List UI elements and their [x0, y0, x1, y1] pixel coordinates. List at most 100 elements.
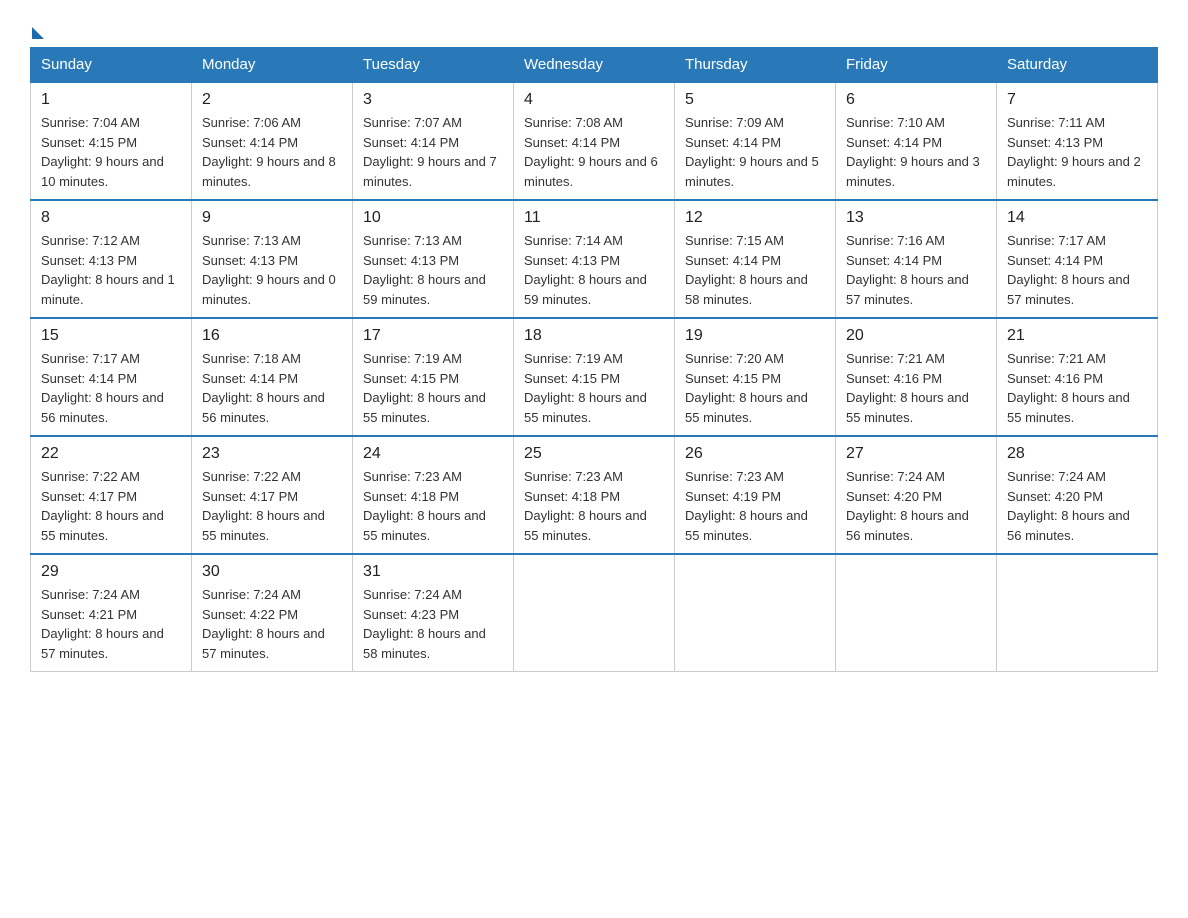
calendar-cell: 27 Sunrise: 7:24 AMSunset: 4:20 PMDaylig… — [836, 436, 997, 554]
day-info: Sunrise: 7:21 AMSunset: 4:16 PMDaylight:… — [846, 351, 969, 425]
day-number: 3 — [363, 91, 503, 109]
calendar-cell: 20 Sunrise: 7:21 AMSunset: 4:16 PMDaylig… — [836, 318, 997, 436]
day-info: Sunrise: 7:04 AMSunset: 4:15 PMDaylight:… — [41, 115, 164, 189]
weekday-header-sunday: Sunday — [31, 48, 192, 83]
calendar-cell: 4 Sunrise: 7:08 AMSunset: 4:14 PMDayligh… — [514, 82, 675, 200]
calendar-cell: 29 Sunrise: 7:24 AMSunset: 4:21 PMDaylig… — [31, 554, 192, 672]
calendar-cell: 14 Sunrise: 7:17 AMSunset: 4:14 PMDaylig… — [997, 200, 1158, 318]
day-number: 31 — [363, 563, 503, 581]
calendar-cell: 16 Sunrise: 7:18 AMSunset: 4:14 PMDaylig… — [192, 318, 353, 436]
day-info: Sunrise: 7:19 AMSunset: 4:15 PMDaylight:… — [524, 351, 647, 425]
day-number: 18 — [524, 327, 664, 345]
calendar-cell — [675, 554, 836, 672]
calendar-cell — [514, 554, 675, 672]
day-number: 8 — [41, 209, 181, 227]
weekday-header-wednesday: Wednesday — [514, 48, 675, 83]
day-number: 28 — [1007, 445, 1147, 463]
day-info: Sunrise: 7:20 AMSunset: 4:15 PMDaylight:… — [685, 351, 808, 425]
calendar-cell: 15 Sunrise: 7:17 AMSunset: 4:14 PMDaylig… — [31, 318, 192, 436]
day-info: Sunrise: 7:10 AMSunset: 4:14 PMDaylight:… — [846, 115, 980, 189]
day-info: Sunrise: 7:14 AMSunset: 4:13 PMDaylight:… — [524, 233, 647, 307]
day-number: 4 — [524, 91, 664, 109]
day-info: Sunrise: 7:06 AMSunset: 4:14 PMDaylight:… — [202, 115, 336, 189]
calendar-cell: 13 Sunrise: 7:16 AMSunset: 4:14 PMDaylig… — [836, 200, 997, 318]
day-info: Sunrise: 7:23 AMSunset: 4:18 PMDaylight:… — [524, 469, 647, 543]
day-number: 15 — [41, 327, 181, 345]
weekday-header-saturday: Saturday — [997, 48, 1158, 83]
day-info: Sunrise: 7:23 AMSunset: 4:19 PMDaylight:… — [685, 469, 808, 543]
day-number: 14 — [1007, 209, 1147, 227]
day-info: Sunrise: 7:23 AMSunset: 4:18 PMDaylight:… — [363, 469, 486, 543]
day-info: Sunrise: 7:17 AMSunset: 4:14 PMDaylight:… — [41, 351, 164, 425]
day-info: Sunrise: 7:08 AMSunset: 4:14 PMDaylight:… — [524, 115, 658, 189]
calendar-week-row: 22 Sunrise: 7:22 AMSunset: 4:17 PMDaylig… — [31, 436, 1158, 554]
day-number: 25 — [524, 445, 664, 463]
day-info: Sunrise: 7:19 AMSunset: 4:15 PMDaylight:… — [363, 351, 486, 425]
calendar-cell: 18 Sunrise: 7:19 AMSunset: 4:15 PMDaylig… — [514, 318, 675, 436]
calendar-cell — [836, 554, 997, 672]
day-info: Sunrise: 7:12 AMSunset: 4:13 PMDaylight:… — [41, 233, 175, 307]
calendar-cell: 30 Sunrise: 7:24 AMSunset: 4:22 PMDaylig… — [192, 554, 353, 672]
calendar-cell: 1 Sunrise: 7:04 AMSunset: 4:15 PMDayligh… — [31, 82, 192, 200]
day-number: 16 — [202, 327, 342, 345]
calendar-week-row: 8 Sunrise: 7:12 AMSunset: 4:13 PMDayligh… — [31, 200, 1158, 318]
page-header — [30, 20, 1158, 37]
day-number: 19 — [685, 327, 825, 345]
calendar-cell: 3 Sunrise: 7:07 AMSunset: 4:14 PMDayligh… — [353, 82, 514, 200]
day-info: Sunrise: 7:17 AMSunset: 4:14 PMDaylight:… — [1007, 233, 1130, 307]
day-number: 27 — [846, 445, 986, 463]
weekday-header-row: SundayMondayTuesdayWednesdayThursdayFrid… — [31, 48, 1158, 83]
day-info: Sunrise: 7:11 AMSunset: 4:13 PMDaylight:… — [1007, 115, 1141, 189]
calendar-week-row: 29 Sunrise: 7:24 AMSunset: 4:21 PMDaylig… — [31, 554, 1158, 672]
day-info: Sunrise: 7:07 AMSunset: 4:14 PMDaylight:… — [363, 115, 497, 189]
day-number: 21 — [1007, 327, 1147, 345]
calendar-cell: 9 Sunrise: 7:13 AMSunset: 4:13 PMDayligh… — [192, 200, 353, 318]
calendar-cell: 11 Sunrise: 7:14 AMSunset: 4:13 PMDaylig… — [514, 200, 675, 318]
logo-triangle-icon — [32, 27, 44, 39]
day-number: 12 — [685, 209, 825, 227]
day-info: Sunrise: 7:13 AMSunset: 4:13 PMDaylight:… — [363, 233, 486, 307]
day-number: 29 — [41, 563, 181, 581]
day-number: 23 — [202, 445, 342, 463]
calendar-cell: 17 Sunrise: 7:19 AMSunset: 4:15 PMDaylig… — [353, 318, 514, 436]
day-info: Sunrise: 7:15 AMSunset: 4:14 PMDaylight:… — [685, 233, 808, 307]
day-number: 2 — [202, 91, 342, 109]
day-info: Sunrise: 7:24 AMSunset: 4:20 PMDaylight:… — [1007, 469, 1130, 543]
calendar-cell: 19 Sunrise: 7:20 AMSunset: 4:15 PMDaylig… — [675, 318, 836, 436]
calendar-table: SundayMondayTuesdayWednesdayThursdayFrid… — [30, 47, 1158, 672]
calendar-week-row: 1 Sunrise: 7:04 AMSunset: 4:15 PMDayligh… — [31, 82, 1158, 200]
day-number: 11 — [524, 209, 664, 227]
calendar-cell: 24 Sunrise: 7:23 AMSunset: 4:18 PMDaylig… — [353, 436, 514, 554]
calendar-cell: 10 Sunrise: 7:13 AMSunset: 4:13 PMDaylig… — [353, 200, 514, 318]
day-number: 6 — [846, 91, 986, 109]
calendar-cell — [997, 554, 1158, 672]
calendar-cell: 12 Sunrise: 7:15 AMSunset: 4:14 PMDaylig… — [675, 200, 836, 318]
day-number: 5 — [685, 91, 825, 109]
day-info: Sunrise: 7:16 AMSunset: 4:14 PMDaylight:… — [846, 233, 969, 307]
day-number: 24 — [363, 445, 503, 463]
day-number: 1 — [41, 91, 181, 109]
day-info: Sunrise: 7:22 AMSunset: 4:17 PMDaylight:… — [41, 469, 164, 543]
calendar-cell: 23 Sunrise: 7:22 AMSunset: 4:17 PMDaylig… — [192, 436, 353, 554]
day-info: Sunrise: 7:09 AMSunset: 4:14 PMDaylight:… — [685, 115, 819, 189]
logo — [30, 25, 44, 37]
day-number: 10 — [363, 209, 503, 227]
calendar-cell: 2 Sunrise: 7:06 AMSunset: 4:14 PMDayligh… — [192, 82, 353, 200]
calendar-cell: 22 Sunrise: 7:22 AMSunset: 4:17 PMDaylig… — [31, 436, 192, 554]
calendar-cell: 31 Sunrise: 7:24 AMSunset: 4:23 PMDaylig… — [353, 554, 514, 672]
day-number: 20 — [846, 327, 986, 345]
weekday-header-friday: Friday — [836, 48, 997, 83]
day-number: 26 — [685, 445, 825, 463]
day-info: Sunrise: 7:18 AMSunset: 4:14 PMDaylight:… — [202, 351, 325, 425]
day-number: 17 — [363, 327, 503, 345]
day-number: 13 — [846, 209, 986, 227]
day-number: 7 — [1007, 91, 1147, 109]
weekday-header-monday: Monday — [192, 48, 353, 83]
day-info: Sunrise: 7:22 AMSunset: 4:17 PMDaylight:… — [202, 469, 325, 543]
calendar-cell: 25 Sunrise: 7:23 AMSunset: 4:18 PMDaylig… — [514, 436, 675, 554]
day-number: 9 — [202, 209, 342, 227]
calendar-cell: 28 Sunrise: 7:24 AMSunset: 4:20 PMDaylig… — [997, 436, 1158, 554]
day-info: Sunrise: 7:13 AMSunset: 4:13 PMDaylight:… — [202, 233, 336, 307]
day-info: Sunrise: 7:21 AMSunset: 4:16 PMDaylight:… — [1007, 351, 1130, 425]
day-info: Sunrise: 7:24 AMSunset: 4:22 PMDaylight:… — [202, 587, 325, 661]
